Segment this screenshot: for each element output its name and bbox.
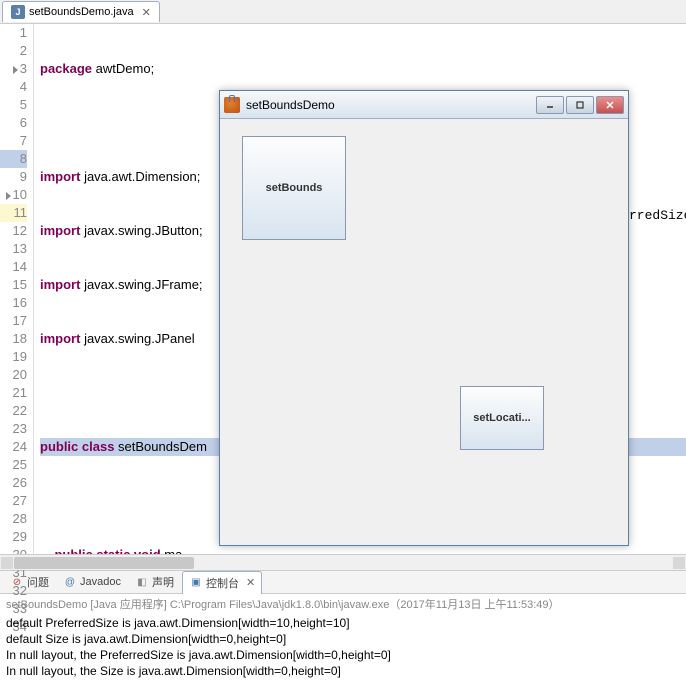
console-line: default PreferredSize is java.awt.Dimens… (6, 615, 680, 631)
console-line: default Size is java.awt.Dimension[width… (6, 631, 680, 647)
scroll-thumb[interactable] (14, 557, 194, 569)
titlebar[interactable]: setBoundsDemo (220, 91, 628, 119)
tab-problems[interactable]: ⊘问题 (4, 571, 55, 593)
close-icon[interactable]: ✕ (246, 576, 255, 589)
tab-javadoc[interactable]: @Javadoc (57, 572, 127, 592)
console-line: In null layout, the Size is java.awt.Dim… (6, 663, 680, 679)
console-icon: ▣ (189, 576, 203, 590)
line-gutter: 12 34 56 78 910 1112 1314 1516 1718 1920… (0, 24, 34, 554)
file-tab-label: setBoundsDemo.java (29, 6, 134, 18)
editor-tab-bar: J setBoundsDemo.java ✕ (0, 0, 686, 24)
java-app-icon (224, 97, 240, 113)
close-button[interactable] (596, 96, 624, 114)
console-process-header: setBoundsDemo [Java 应用程序] C:\Program Fil… (6, 597, 680, 613)
console-line: In null layout, the PreferredSize is jav… (6, 647, 680, 663)
setlocation-button[interactable]: setLocati... (460, 386, 544, 450)
file-tab[interactable]: J setBoundsDemo.java ✕ (2, 1, 160, 22)
app-client-area: setBounds setLocati... (221, 120, 627, 544)
maximize-button[interactable] (566, 96, 594, 114)
console-tab-bar: ⊘问题 @Javadoc ◧声明 ▣控制台✕ (0, 570, 686, 594)
javadoc-icon: @ (63, 575, 77, 589)
tab-console[interactable]: ▣控制台✕ (182, 571, 262, 594)
tab-declaration[interactable]: ◧声明 (129, 571, 180, 593)
setbounds-button[interactable]: setBounds (242, 136, 346, 240)
scroll-right-icon[interactable] (673, 557, 685, 569)
java-file-icon: J (11, 5, 25, 19)
scroll-left-icon[interactable] (1, 557, 13, 569)
horizontal-scrollbar[interactable] (0, 554, 686, 570)
app-window[interactable]: setBoundsDemo setBounds setLocati... (219, 90, 629, 546)
window-title: setBoundsDemo (246, 98, 536, 112)
overflow-code-fragment: rredSize (629, 208, 686, 223)
close-icon[interactable]: ✕ (142, 6, 151, 19)
problems-icon: ⊘ (10, 575, 24, 589)
minimize-button[interactable] (536, 96, 564, 114)
console-output[interactable]: setBoundsDemo [Java 应用程序] C:\Program Fil… (0, 594, 686, 682)
declaration-icon: ◧ (135, 575, 149, 589)
